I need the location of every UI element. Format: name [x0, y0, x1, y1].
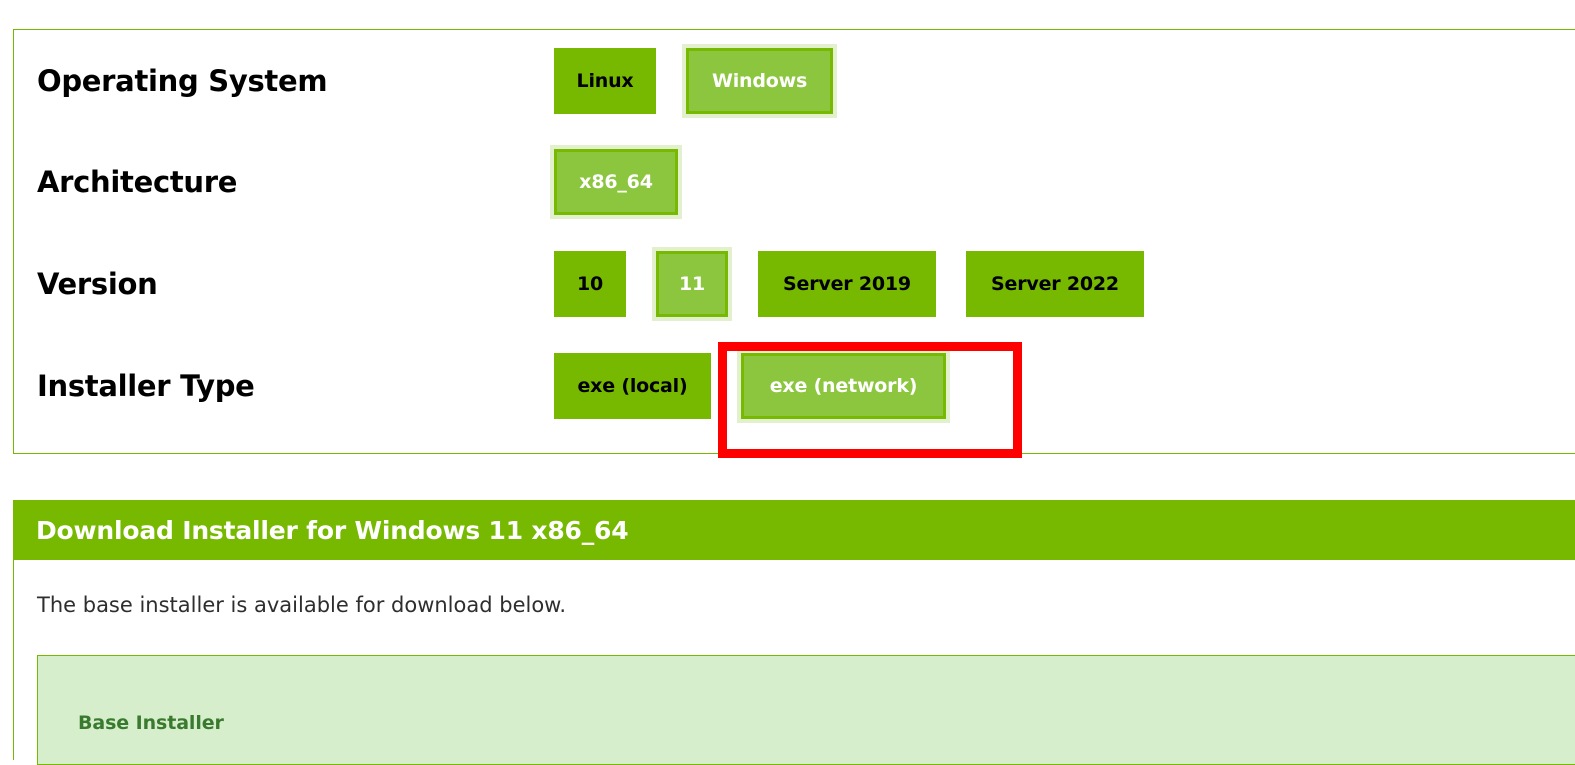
option-button-server-2019[interactable]: Server 2019	[758, 251, 936, 317]
option-button-exe-network[interactable]: exe (network)	[741, 353, 946, 419]
option-button-exe-local[interactable]: exe (local)	[554, 353, 711, 419]
row-label-architecture: Architecture	[37, 165, 238, 199]
selector-row-operating-system: Operating System Linux Windows	[14, 30, 1575, 132]
download-header-title: Download Installer for Windows 11 x86_64	[36, 515, 629, 545]
download-section-body: The base installer is available for down…	[13, 560, 1575, 765]
download-availability-note: The base installer is available for down…	[37, 593, 567, 617]
selector-row-architecture: Architecture x86_64	[14, 131, 1575, 233]
option-group-operating-system: Linux Windows	[554, 48, 863, 114]
option-button-version-10[interactable]: 10	[554, 251, 626, 317]
option-button-windows[interactable]: Windows	[686, 48, 833, 114]
row-label-installer-type: Installer Type	[37, 369, 255, 403]
option-button-version-11[interactable]: 11	[656, 251, 728, 317]
base-installer-title: Base Installer	[78, 712, 224, 734]
option-button-linux[interactable]: Linux	[554, 48, 656, 114]
option-button-x86-64[interactable]: x86_64	[554, 149, 678, 215]
selector-row-version: Version 10 11 Server 2019 Server 2022	[14, 233, 1575, 335]
installer-selector-panel: Operating System Linux Windows Architect…	[13, 29, 1575, 454]
option-group-version: 10 11 Server 2019 Server 2022	[554, 251, 1174, 317]
download-section-header: Download Installer for Windows 11 x86_64	[13, 500, 1575, 560]
option-button-server-2022[interactable]: Server 2022	[966, 251, 1144, 317]
option-group-installer-type: exe (local) exe (network)	[554, 353, 976, 419]
selector-row-installer-type: Installer Type exe (local) exe (network)	[14, 335, 1575, 437]
download-section: Download Installer for Windows 11 x86_64…	[13, 500, 1575, 765]
option-group-architecture: x86_64	[554, 149, 708, 215]
row-label-version: Version	[37, 267, 158, 301]
row-label-operating-system: Operating System	[37, 64, 328, 98]
